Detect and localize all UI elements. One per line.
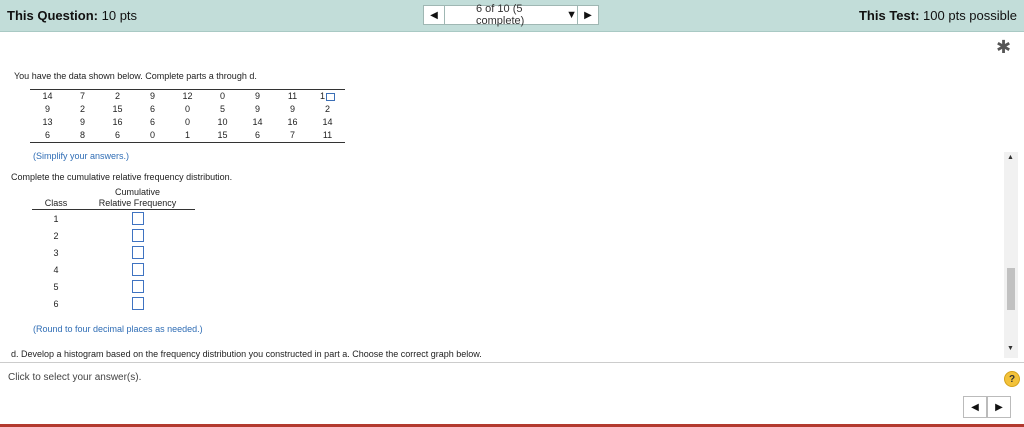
data-cell: 6 (100, 129, 135, 143)
question-selector[interactable]: 6 of 10 (5 complete) ▼ (445, 3, 577, 27)
class-cell: 3 (53, 247, 59, 258)
crf-row: 4 (32, 261, 195, 278)
scroll-up-icon[interactable]: ▲ (1007, 154, 1014, 161)
answer-input[interactable] (131, 280, 144, 293)
data-cell: 2 (79, 104, 85, 114)
crf-row: 6 (32, 295, 195, 312)
crf-cell (80, 210, 195, 228)
scroll-down-icon[interactable]: ▼ (1007, 345, 1014, 352)
gear-icon[interactable]: ✱ (996, 37, 1011, 58)
data-cell: 9 (254, 104, 260, 114)
prev-button[interactable]: ◀ (963, 396, 987, 418)
class-cell: 5 (53, 281, 59, 292)
data-cell: 0 (184, 104, 190, 114)
crf-header-line1: Cumulative (114, 187, 161, 197)
crf-header-line2: Relative Frequency (80, 198, 195, 210)
data-cell: 7 (275, 129, 310, 143)
scrollbar[interactable]: ▲ ▼ (1004, 152, 1018, 358)
right-arrow-icon: ▶ (995, 401, 1003, 413)
help-button[interactable]: ? (1004, 371, 1020, 387)
top-bar: This Question: 10 pts ◀ 6 of 10 (5 compl… (0, 0, 1024, 32)
data-cell: 10 (217, 117, 228, 127)
data-row: 14 7 2 9 12 0 9 11 1 (30, 89, 345, 103)
class-cell: 2 (53, 230, 59, 241)
data-cell: 2 (324, 104, 330, 114)
crf-row: 2 (32, 227, 195, 244)
left-arrow-icon: ◀ (430, 9, 438, 21)
answer-input[interactable] (131, 246, 144, 259)
data-cell: 6 (30, 129, 65, 143)
part-d-text: d. Develop a histogram based on the freq… (11, 349, 482, 359)
question-navigator: ◀ 6 of 10 (5 complete) ▼ ▶ (423, 3, 599, 27)
data-cell: 14 (322, 117, 333, 127)
data-cell: 12 (170, 89, 205, 103)
data-cell: 6 (240, 129, 275, 143)
data-row: 6 8 6 0 1 15 6 7 11 (30, 129, 345, 143)
data-cell: 9 (135, 89, 170, 103)
data-cell: 9 (240, 89, 275, 103)
data-cell: 16 (287, 117, 298, 127)
data-table: 14 7 2 9 12 0 9 11 1 9 2 15 6 0 5 9 9 2 13 9 16 6 0 10 14 16 14 6 8 6… (30, 89, 345, 143)
class-cell: 1 (53, 213, 59, 224)
copy-data-icon[interactable] (326, 92, 335, 101)
crf-cell (80, 244, 195, 261)
answer-input[interactable] (131, 263, 144, 276)
prev-question-button[interactable]: ◀ (423, 5, 445, 25)
intro-text: You have the data shown below. Complete … (14, 71, 257, 81)
right-arrow-icon: ▶ (584, 9, 592, 21)
test-points: This Test: 100 pts possible (858, 8, 1017, 23)
data-cell: 0 (135, 129, 170, 143)
click-select-text: Click to select your answer(s). (8, 372, 142, 383)
round-note: (Round to four decimal places as needed.… (33, 324, 203, 334)
divider (0, 362, 1024, 363)
data-cell: 0 (205, 89, 240, 103)
data-cell: 14 (30, 89, 65, 103)
crf-cell (80, 278, 195, 295)
data-cell: 0 (184, 117, 190, 127)
answer-input[interactable] (131, 229, 144, 242)
data-cell: 9 (44, 104, 50, 114)
question-content: You have the data shown below. Complete … (0, 62, 1004, 362)
data-cell: 5 (219, 104, 225, 114)
crf-cell (80, 295, 195, 312)
class-cell: 4 (53, 264, 59, 275)
bottom-nav: ◀ ▶ (963, 396, 1011, 418)
answer-input[interactable] (131, 297, 144, 310)
data-cell: 9 (289, 104, 295, 114)
crf-row: 3 (32, 244, 195, 261)
data-cell: 1 (310, 89, 345, 103)
next-question-button[interactable]: ▶ (577, 5, 599, 25)
data-cell: 13 (42, 117, 53, 127)
data-cell: 6 (149, 117, 155, 127)
data-cell: 15 (112, 104, 123, 114)
data-cell: 11 (310, 129, 345, 143)
class-cell: 6 (53, 298, 59, 309)
scroll-thumb[interactable] (1007, 268, 1015, 310)
left-arrow-icon: ◀ (971, 401, 979, 413)
data-cell: 9 (79, 117, 85, 127)
crf-table: Class Cumulative Relative Frequency 1 2 3 4… (32, 187, 195, 312)
crf-cell (80, 227, 195, 244)
data-cell: 14 (252, 117, 263, 127)
cumulative-prompt: Complete the cumulative relative frequen… (11, 172, 233, 182)
data-row: 13 9 16 6 0 10 14 16 14 (30, 116, 345, 129)
simplify-note: (Simplify your answers.) (33, 151, 130, 161)
data-row: 9 2 15 6 0 5 9 9 2 (30, 103, 345, 116)
data-cell: 7 (65, 89, 100, 103)
crf-row: 1 (32, 210, 195, 228)
crf-cell (80, 261, 195, 278)
data-cell: 1 (170, 129, 205, 143)
data-cell: 2 (100, 89, 135, 103)
class-header: Class (32, 187, 80, 210)
answer-input[interactable] (131, 212, 144, 225)
question-points: This Question: 10 pts (7, 8, 138, 23)
data-cell: 15 (205, 129, 240, 143)
caret-down-icon: ▼ (566, 9, 577, 21)
crf-row: 5 (32, 278, 195, 295)
data-cell: 16 (112, 117, 123, 127)
next-button[interactable]: ▶ (987, 396, 1011, 418)
data-cell: 6 (149, 104, 155, 114)
data-cell: 11 (275, 89, 310, 103)
data-cell: 8 (65, 129, 100, 143)
